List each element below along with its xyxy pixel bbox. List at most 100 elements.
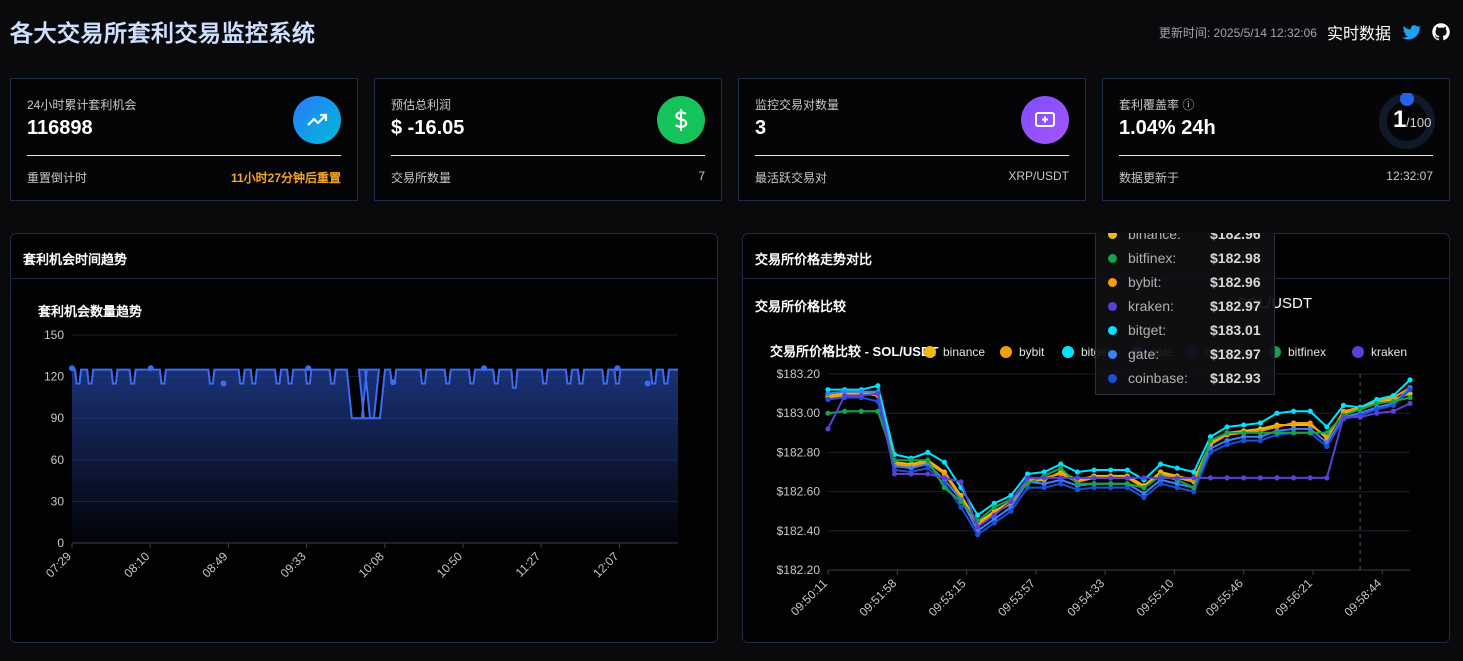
tooltip-row: kraken: $182.97 <box>1108 296 1261 316</box>
data-point <box>825 426 831 432</box>
most-active-pair: XRP/USDT <box>1008 169 1069 183</box>
data-point <box>1191 469 1197 475</box>
data-point <box>925 471 931 477</box>
stat-card-opportunities: 24小时累计套利机会 116898 重置倒计时 11小时27分钟后重置 <box>10 78 358 201</box>
data-point <box>941 459 947 465</box>
data-point <box>825 410 831 416</box>
data-point <box>1141 494 1147 501</box>
card-value: $ -16.05 <box>391 117 465 139</box>
data-point <box>1074 475 1081 481</box>
data-point <box>1390 408 1396 414</box>
data-point <box>1241 475 1247 481</box>
card-footer-label: 重置倒计时 <box>27 171 88 185</box>
twitter-icon[interactable] <box>1401 22 1421 42</box>
live-data-toggle[interactable]: 实时数据 <box>1327 20 1391 44</box>
data-point <box>220 380 227 387</box>
data-point <box>1124 475 1130 481</box>
exchange-count: 7 <box>698 169 705 183</box>
data-point <box>858 408 864 414</box>
data-point <box>1390 392 1396 399</box>
data-point <box>842 408 848 414</box>
tooltip-row: coinbase: $182.93 <box>1108 368 1261 388</box>
legend-label: bybit <box>1019 345 1045 359</box>
tooltip-marker <box>1108 325 1117 335</box>
tooltip-price: $182.98 <box>1210 250 1261 266</box>
card-value: 1.04% 24h <box>1119 117 1216 139</box>
data-point <box>1157 461 1164 467</box>
data-point <box>1207 438 1214 444</box>
data-point <box>1174 465 1180 471</box>
data-point <box>1357 414 1363 420</box>
data-point <box>1291 408 1297 414</box>
x-tick-label: 09:53:15 <box>926 576 969 619</box>
data-point <box>941 485 947 491</box>
data-point <box>614 365 621 372</box>
data-point <box>908 471 914 477</box>
data-point <box>1224 441 1230 448</box>
tooltip-price: $182.97 <box>1210 298 1261 314</box>
panel-title: 交易所价格走势对比 <box>755 252 873 267</box>
tooltip-marker <box>1108 373 1117 383</box>
series-line <box>827 396 1411 522</box>
github-icon[interactable] <box>1431 22 1451 42</box>
tooltip-price: $182.96 <box>1210 233 1261 242</box>
data-point <box>1141 485 1147 491</box>
legend-marker <box>1062 346 1074 358</box>
stat-card-profit: 预估总利润 $ -16.05 交易所数量 7 <box>374 78 722 201</box>
data-point <box>1024 475 1031 481</box>
card-value: 3 <box>755 117 767 139</box>
data-point <box>925 465 931 471</box>
stat-card-pairs: 监控交易对数量 3 最活跃交易对 XRP/USDT <box>738 78 1086 201</box>
data-point <box>1008 508 1014 514</box>
data-point <box>991 512 997 518</box>
data-point <box>1074 487 1081 493</box>
x-tick-label: 09:54:33 <box>1064 576 1107 619</box>
header: 各大交易所套利交易监控系统 更新时间: 2025/5/14 12:32:06 实… <box>0 0 1463 60</box>
data-point <box>875 408 881 414</box>
data-point <box>1141 475 1147 481</box>
gauge-value: 1 <box>1393 106 1406 133</box>
tooltip-row: bitfinex: $182.98 <box>1108 248 1261 268</box>
y-tick-label: 60 <box>51 453 65 467</box>
data-point <box>1324 424 1330 430</box>
chart-title: 交易所价格比较 - SOL/USDT <box>770 344 938 359</box>
data-point <box>1357 406 1363 412</box>
data-point <box>1291 475 1297 481</box>
data-point <box>958 504 964 510</box>
card-footer-label: 交易所数量 <box>391 171 452 185</box>
data-point <box>1324 475 1330 481</box>
data-point <box>975 532 981 538</box>
panel-header: 套利机会时间趋势 <box>11 234 717 279</box>
update-time: 更新时间: 2025/5/14 12:32:06 <box>1158 25 1317 40</box>
data-point <box>958 479 964 485</box>
card-label: 预估总利润 <box>391 98 452 112</box>
tooltip-price: $182.96 <box>1210 274 1261 290</box>
page-title: 各大交易所套利交易监控系统 <box>10 20 316 46</box>
x-tick-label: 09:53:57 <box>995 576 1038 619</box>
y-tick-label: 30 <box>51 494 65 508</box>
data-point <box>1257 420 1263 426</box>
tooltip-marker <box>1108 277 1117 287</box>
y-tick-label: 120 <box>44 370 64 384</box>
data-point <box>1324 443 1330 450</box>
panel-title: 套利机会时间趋势 <box>23 252 128 267</box>
data-point <box>1241 422 1247 428</box>
y-tick-label: $182.40 <box>777 524 821 538</box>
y-tick-label: 0 <box>57 536 64 550</box>
card-divider <box>27 155 341 156</box>
data-point <box>908 457 914 463</box>
panel-subtitle: 交易所价格比较 <box>755 299 847 314</box>
data-point <box>1008 498 1014 504</box>
tooltip-marker <box>1108 253 1117 263</box>
x-tick-label: 09:55:10 <box>1134 576 1177 619</box>
legend-marker <box>924 346 936 358</box>
data-point <box>1274 475 1280 481</box>
legend-label: kraken <box>1371 345 1407 359</box>
data-point <box>1307 430 1313 436</box>
data-point <box>1407 377 1413 383</box>
card-value: 116898 <box>27 117 93 139</box>
data-point <box>1340 414 1347 420</box>
tooltip-marker <box>1108 301 1117 311</box>
x-tick-label: 08:10 <box>121 549 152 580</box>
data-point <box>958 498 964 504</box>
